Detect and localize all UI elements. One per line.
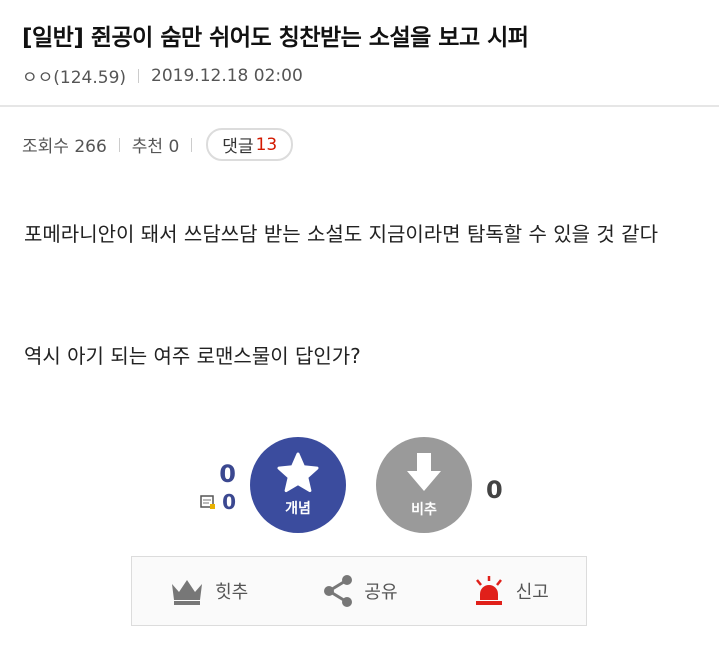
up-vote-count: 0 — [219, 460, 236, 488]
fix-icon — [200, 495, 216, 509]
report-label: 신고 — [515, 582, 549, 603]
header-divider — [0, 105, 719, 107]
post-title: [일반] 쥔공이 숨만 쉬어도 칭찬받는 소설을 보고 시퍼 — [22, 25, 529, 51]
fix-count-row: 0 — [190, 490, 236, 514]
report-button[interactable]: 신고 — [472, 575, 549, 607]
share-label: 공유 — [364, 582, 398, 603]
share-button[interactable]: 공유 — [322, 574, 398, 608]
recommend-count: 추천 0 — [131, 137, 180, 157]
post-meta: ㅇㅇ(124.59) 2019.12.18 02:00 — [22, 63, 303, 89]
downvote-label: 비추 — [411, 502, 437, 518]
post-stats: 조회수 266 추천 0 댓글 13 — [22, 128, 294, 161]
downvote-button[interactable]: 비추 — [376, 437, 472, 533]
divider — [118, 137, 120, 152]
comment-button[interactable]: 댓글 13 — [206, 128, 294, 161]
star-icon — [277, 452, 319, 493]
fix-count: 0 — [222, 490, 236, 514]
action-bar: 힛추 공유 신고 — [131, 556, 587, 626]
post-date: 2019.12.18 02:00 — [151, 65, 303, 86]
divider — [138, 68, 140, 83]
up-vote-counts: 0 0 — [190, 460, 236, 514]
author-name[interactable]: ㅇㅇ(124.59) — [22, 63, 126, 88]
post-paragraph: 포메라니안이 돼서 쓰담쓰담 받는 소설도 지금이라면 탐독할 수 있을 것 같… — [24, 222, 658, 246]
crown-icon — [172, 580, 203, 605]
siren-icon — [475, 576, 502, 605]
view-count: 조회수 266 — [22, 137, 107, 157]
down-vote-count: 0 — [486, 476, 503, 504]
share-icon — [324, 575, 353, 607]
down-arrow-icon — [407, 453, 441, 491]
upvote-label: 개념 — [285, 501, 311, 517]
comment-label: 댓글 — [222, 137, 254, 157]
post-paragraph: 역시 아기 되는 여주 로맨스물이 답인가? — [24, 344, 361, 368]
divider — [191, 137, 193, 152]
hit-button[interactable]: 힛추 — [169, 576, 248, 606]
hit-label: 힛추 — [215, 582, 249, 603]
comment-count: 13 — [255, 134, 278, 155]
upvote-button[interactable]: 개념 — [250, 437, 346, 533]
